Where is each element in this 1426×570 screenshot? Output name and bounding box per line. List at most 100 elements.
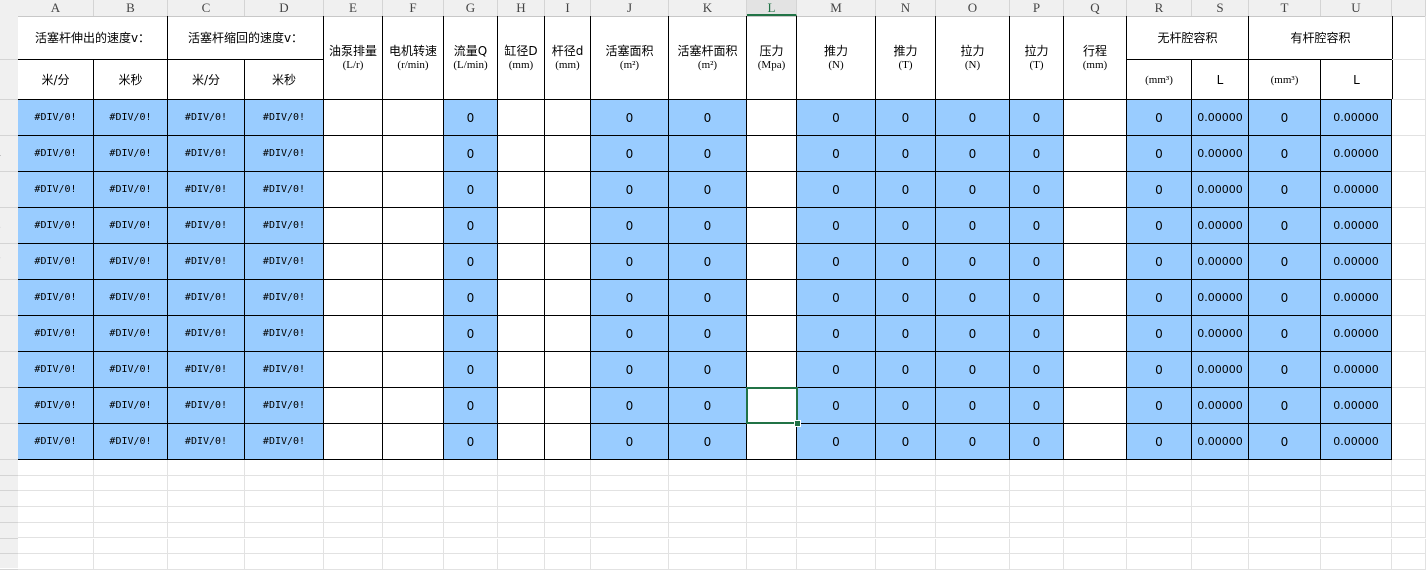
row-header-13[interactable]: 3 [0, 460, 16, 476]
header-stroke[interactable]: 行程 (mm) [1064, 16, 1127, 100]
cell-s12[interactable]: 0.00000 [1192, 424, 1249, 460]
cell-l8[interactable] [747, 280, 797, 316]
cell-q10[interactable] [1064, 352, 1127, 388]
cell-f10[interactable] [383, 352, 444, 388]
cell-g7[interactable]: 0 [444, 244, 498, 280]
cell-l10[interactable] [747, 352, 797, 388]
cell-f9[interactable] [383, 316, 444, 352]
cell-q12[interactable] [1064, 424, 1127, 460]
cell-j7[interactable]: 0 [591, 244, 669, 280]
cell-o6[interactable]: 0 [936, 208, 1010, 244]
row-header-12[interactable]: 2 [0, 424, 16, 460]
cell-k11[interactable]: 0 [669, 388, 747, 424]
cell-m5[interactable]: 0 [797, 172, 876, 208]
cell-c11[interactable]: #DIV/0! [168, 388, 245, 424]
cell-f11[interactable] [383, 388, 444, 424]
cell-o12[interactable]: 0 [936, 424, 1010, 460]
cell-r3[interactable]: 0 [1127, 100, 1192, 136]
cell-u10[interactable]: 0.00000 [1321, 352, 1392, 388]
cell-l6[interactable] [747, 208, 797, 244]
cell-q7[interactable] [1064, 244, 1127, 280]
cell-n10[interactable]: 0 [876, 352, 936, 388]
cell-n12[interactable]: 0 [876, 424, 936, 460]
cell-s10[interactable]: 0.00000 [1192, 352, 1249, 388]
cell-g12[interactable]: 0 [444, 424, 498, 460]
cell-o7[interactable]: 0 [936, 244, 1010, 280]
row-header-7[interactable]: 7 [0, 244, 16, 280]
cell-u8[interactable]: 0.00000 [1321, 280, 1392, 316]
cell-a3[interactable]: #DIV/0! [18, 100, 94, 136]
cell-l7[interactable] [747, 244, 797, 280]
cell-u6[interactable]: 0.00000 [1321, 208, 1392, 244]
cell-l12[interactable] [747, 424, 797, 460]
cell-c10[interactable]: #DIV/0! [168, 352, 245, 388]
cell-b3[interactable]: #DIV/0! [94, 100, 168, 136]
cell-t11[interactable]: 0 [1249, 388, 1321, 424]
cell-p4[interactable]: 0 [1010, 136, 1064, 172]
cell-e10[interactable] [324, 352, 383, 388]
cell-j8[interactable]: 0 [591, 280, 669, 316]
cell-o11[interactable]: 0 [936, 388, 1010, 424]
cell-o8[interactable]: 0 [936, 280, 1010, 316]
column-header-k[interactable]: K [669, 0, 747, 16]
cell-b7[interactable]: #DIV/0! [94, 244, 168, 280]
cell-t8[interactable]: 0 [1249, 280, 1321, 316]
cell-i6[interactable] [545, 208, 591, 244]
cell-c6[interactable]: #DIV/0! [168, 208, 245, 244]
cell-i7[interactable] [545, 244, 591, 280]
cell-d10[interactable]: #DIV/0! [245, 352, 324, 388]
header-r-mm3[interactable]: (mm³) [1127, 60, 1192, 100]
cell-n8[interactable]: 0 [876, 280, 936, 316]
cell-g4[interactable]: 0 [444, 136, 498, 172]
cell-m3[interactable]: 0 [797, 100, 876, 136]
cell-c8[interactable]: #DIV/0! [168, 280, 245, 316]
column-header-s[interactable]: S [1192, 0, 1249, 16]
cell-g8[interactable]: 0 [444, 280, 498, 316]
cell-j6[interactable]: 0 [591, 208, 669, 244]
cell-b11[interactable]: #DIV/0! [94, 388, 168, 424]
cell-c9[interactable]: #DIV/0! [168, 316, 245, 352]
cell-m12[interactable]: 0 [797, 424, 876, 460]
cell-o3[interactable]: 0 [936, 100, 1010, 136]
cell-t4[interactable]: 0 [1249, 136, 1321, 172]
cell-a8[interactable]: #DIV/0! [18, 280, 94, 316]
cell-r9[interactable]: 0 [1127, 316, 1192, 352]
cell-k5[interactable]: 0 [669, 172, 747, 208]
cell-m7[interactable]: 0 [797, 244, 876, 280]
cell-g6[interactable]: 0 [444, 208, 498, 244]
cell-u12[interactable]: 0.00000 [1321, 424, 1392, 460]
header-extend-speed[interactable]: 活塞杆伸出的速度v： [18, 16, 168, 60]
column-header-o[interactable]: O [936, 0, 1010, 16]
cell-i12[interactable] [545, 424, 591, 460]
row-header-14[interactable]: 4 [0, 476, 16, 492]
cell-h11[interactable] [498, 388, 545, 424]
cell-m9[interactable]: 0 [797, 316, 876, 352]
column-header-d[interactable]: D [245, 0, 324, 16]
cell-h9[interactable] [498, 316, 545, 352]
cell-h5[interactable] [498, 172, 545, 208]
row-header-15[interactable]: 5 [0, 491, 16, 507]
cell-u9[interactable]: 0.00000 [1321, 316, 1392, 352]
cell-u3[interactable]: 0.00000 [1321, 100, 1392, 136]
cell-e9[interactable] [324, 316, 383, 352]
cell-o10[interactable]: 0 [936, 352, 1010, 388]
cell-k8[interactable]: 0 [669, 280, 747, 316]
cell-e12[interactable] [324, 424, 383, 460]
cell-b9[interactable]: #DIV/0! [94, 316, 168, 352]
header-pull-t[interactable]: 拉力 (T) [1010, 16, 1064, 100]
cell-h3[interactable] [498, 100, 545, 136]
cell-a5[interactable]: #DIV/0! [18, 172, 94, 208]
cell-j11[interactable]: 0 [591, 388, 669, 424]
cell-g3[interactable]: 0 [444, 100, 498, 136]
column-header-p[interactable]: P [1010, 0, 1064, 16]
column-header-n[interactable]: N [876, 0, 936, 16]
cell-d12[interactable]: #DIV/0! [245, 424, 324, 460]
cell-s7[interactable]: 0.00000 [1192, 244, 1249, 280]
cell-j10[interactable]: 0 [591, 352, 669, 388]
cell-q3[interactable] [1064, 100, 1127, 136]
header-u-liter[interactable]: L [1321, 60, 1393, 100]
cell-e8[interactable] [324, 280, 383, 316]
cell-f12[interactable] [383, 424, 444, 460]
cell-e3[interactable] [324, 100, 383, 136]
cell-i10[interactable] [545, 352, 591, 388]
